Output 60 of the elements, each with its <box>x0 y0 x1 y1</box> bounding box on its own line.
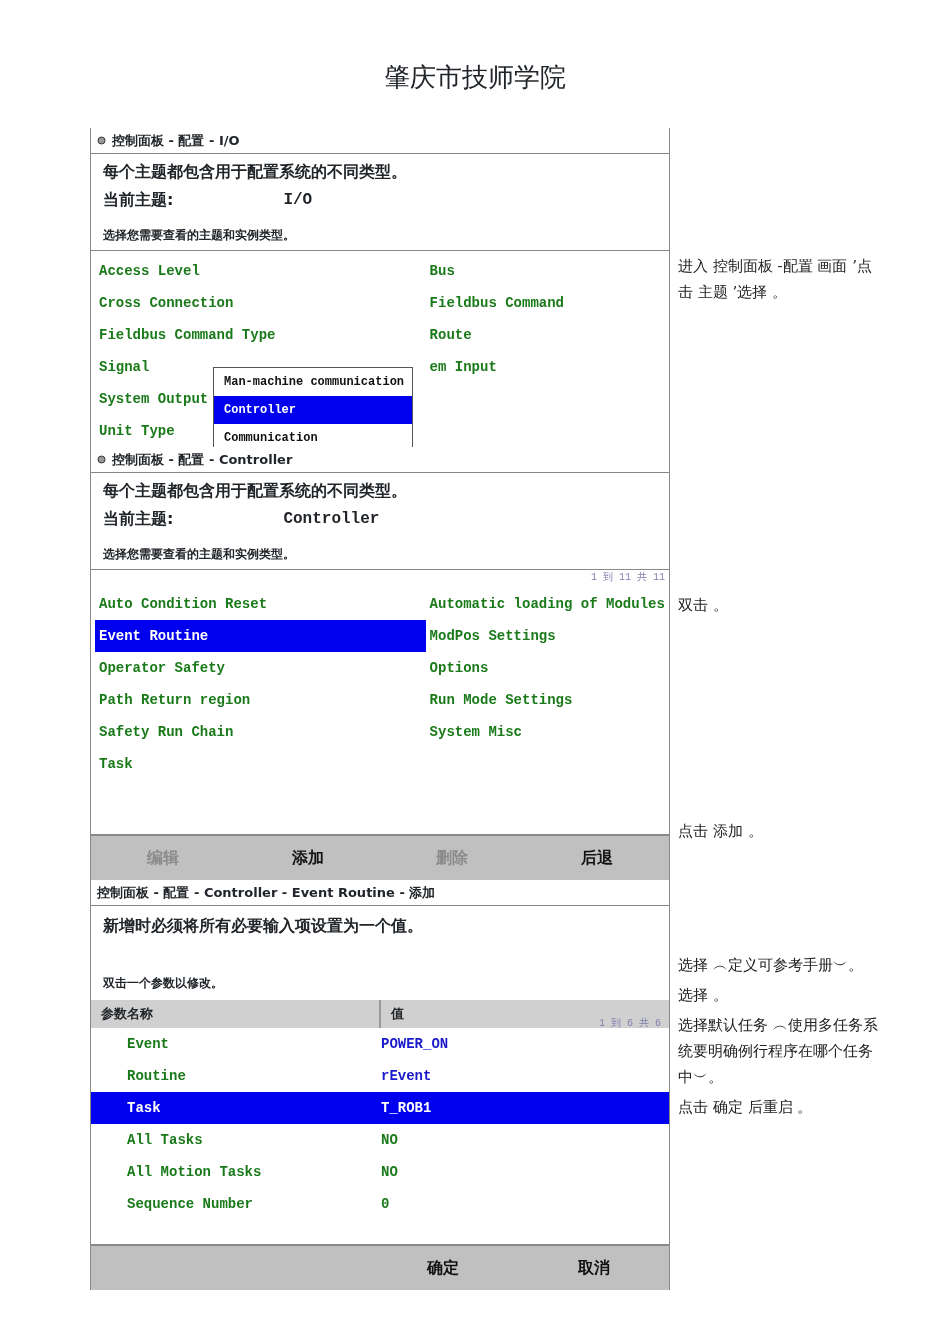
topic-item[interactable]: Bus <box>425 255 665 287</box>
topic-item[interactable]: System Misc <box>425 716 665 748</box>
topic-item[interactable]: Automatic loading of Modules <box>425 588 665 620</box>
current-topic-value: I/O <box>283 190 313 211</box>
topic-item[interactable]: Task <box>95 748 426 780</box>
parameter-name[interactable]: Task <box>91 1092 380 1124</box>
note-text: 进入 控制面板 -配置 画面 ’点击 主题 ’选择 。 <box>678 256 873 303</box>
topic-item[interactable]: Run Mode Settings <box>425 684 665 716</box>
note-text: 选择 ︵定义可参考手册︶。 <box>678 955 864 976</box>
note-text: 点击 确定 后重启 。 <box>678 1097 814 1118</box>
menu-item[interactable]: Controller <box>214 396 413 424</box>
toolbar-button[interactable]: 确定 <box>368 1255 519 1281</box>
parameter-name[interactable]: Routine <box>91 1060 380 1092</box>
topic-item[interactable]: Cross Connection <box>95 287 426 319</box>
parameter-value[interactable]: rEvent <box>380 1060 669 1092</box>
topic-item[interactable]: Access Level <box>95 255 426 287</box>
intro-text: 每个主题都包含用于配置系统的不同类型。 <box>103 480 408 502</box>
prompt-text: 选择您需要查看的主题和实例类型。 <box>103 227 296 244</box>
note-text: 双击 。 <box>678 595 729 616</box>
parameter-value[interactable]: NO <box>380 1124 669 1156</box>
topic-item[interactable]: Auto Condition Reset <box>95 588 426 620</box>
page-header: 肇庆市技师学院 <box>383 61 567 94</box>
parameter-name[interactable]: All Tasks <box>91 1124 380 1156</box>
note-text: 选择 。 <box>678 985 729 1006</box>
topic-item[interactable]: Fieldbus Command <box>425 287 665 319</box>
page-counter: 1 到 6 共 6 <box>599 1016 662 1030</box>
window-title: 控制面板 - 配置 - I/O <box>112 131 240 150</box>
note-text: 选择默认任务 ︵使用多任务系统要明确例行程序在哪个任务中︶。 <box>678 1015 878 1088</box>
window-title: 控制面板 - 配置 - Controller - Event Routine - 添加 <box>97 883 436 902</box>
topic-item[interactable]: Route <box>425 319 665 351</box>
page-counter: 1 到 11 共 11 <box>590 570 666 584</box>
topic-item[interactable]: ModPos Settings <box>425 620 665 652</box>
topic-item[interactable]: Operator Safety <box>95 652 426 684</box>
topic-item[interactable]: em Input <box>425 351 665 383</box>
toolbar-button[interactable]: 取消 <box>518 1255 669 1281</box>
parameter-value[interactable]: 0 <box>380 1188 669 1220</box>
parameter-value[interactable]: NO <box>380 1156 669 1188</box>
column-header: 参数名称 <box>91 1000 380 1028</box>
parameter-name[interactable]: All Motion Tasks <box>91 1156 380 1188</box>
topic-item[interactable]: Fieldbus Command Type <box>95 319 426 351</box>
toolbar-button[interactable]: 添加 <box>235 845 380 871</box>
parameter-value[interactable]: POWER_ON <box>380 1028 669 1060</box>
intro-text: 新增时必须将所有必要输入项设置为一个值。 <box>103 915 424 937</box>
parameter-value[interactable]: T_ROB1 <box>380 1092 669 1124</box>
parameter-name[interactable]: Sequence Number <box>91 1188 380 1220</box>
topic-item[interactable]: Event Routine <box>95 620 426 652</box>
toolbar-button[interactable]: 后退 <box>524 845 669 871</box>
topic-item[interactable]: Safety Run Chain <box>95 716 426 748</box>
prompt-text: 双击一个参数以修改。 <box>103 975 224 992</box>
parameter-name[interactable]: Event <box>91 1028 380 1060</box>
note-text: 点击 添加 。 <box>678 821 764 842</box>
current-topic-value: Controller <box>283 509 380 530</box>
prompt-text: 选择您需要查看的主题和实例类型。 <box>103 546 296 563</box>
topic-item[interactable]: Path Return region <box>95 684 426 716</box>
current-topic-label: 当前主题: <box>103 508 174 530</box>
menu-item[interactable]: Man-machine communication <box>214 368 413 396</box>
current-topic-label: 当前主题: <box>103 189 174 211</box>
topic-item[interactable]: Options <box>425 652 665 684</box>
window-title: 控制面板 - 配置 - Controller <box>112 450 293 469</box>
intro-text: 每个主题都包含用于配置系统的不同类型。 <box>103 161 408 183</box>
